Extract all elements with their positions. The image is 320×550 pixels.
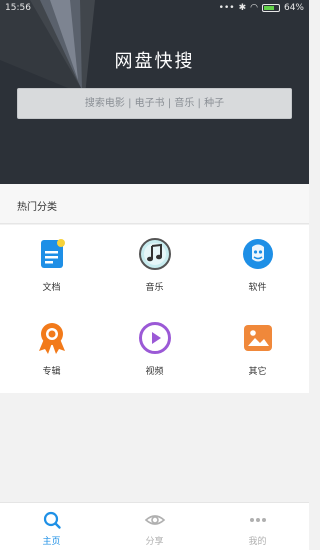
document-icon [40,239,65,268]
wifi-icon: ◠ [250,3,258,13]
search-box[interactable] [17,88,292,119]
category-software[interactable]: 软件 [206,225,309,309]
tab-label: 我的 [248,537,267,547]
software-icon [242,239,273,269]
category-label: 专辑 [42,367,61,377]
battery-percent: 64% [283,3,304,13]
tab-mine[interactable]: 我的 [206,503,309,550]
category-video[interactable]: 视频 [103,309,206,393]
music-icon [138,238,171,270]
category-label: 音乐 [145,283,164,293]
search-icon [43,511,61,529]
header-banner: 15:56 ••• ✱ ◠ 64% 网盘快搜 [0,0,309,184]
search-input[interactable] [18,89,291,118]
tab-label: 主页 [42,537,61,547]
category-music[interactable]: 音乐 [103,225,206,309]
more-icon [249,518,266,522]
eye-icon [144,515,165,525]
bluetooth-icon: ✱ [238,3,247,13]
tab-bar: 主页 分享 我的 [0,502,309,550]
category-label: 软件 [248,283,267,293]
tab-share[interactable]: 分享 [103,503,206,550]
category-album[interactable]: 专辑 [0,309,103,393]
category-label: 视频 [145,367,164,377]
album-icon [38,323,65,354]
status-time: 15:56 [5,3,31,13]
tab-label: 分享 [145,537,164,547]
category-grid: 文档 音乐 软件 专辑 视频 其它 [0,225,309,393]
section-header: 热门分类 [0,184,309,224]
status-bar: 15:56 ••• ✱ ◠ 64% [0,0,309,18]
section-title: 热门分类 [17,202,57,213]
category-label: 文档 [42,283,61,293]
picture-icon [243,325,272,351]
content-area [0,393,309,503]
app-title: 网盘快搜 [114,51,195,72]
category-label: 其它 [248,367,267,377]
category-document[interactable]: 文档 [0,225,103,309]
video-icon [138,322,171,354]
tab-home[interactable]: 主页 [0,503,103,550]
battery-icon [261,4,280,12]
category-other[interactable]: 其它 [206,309,309,393]
dots-icon: ••• [218,3,235,13]
